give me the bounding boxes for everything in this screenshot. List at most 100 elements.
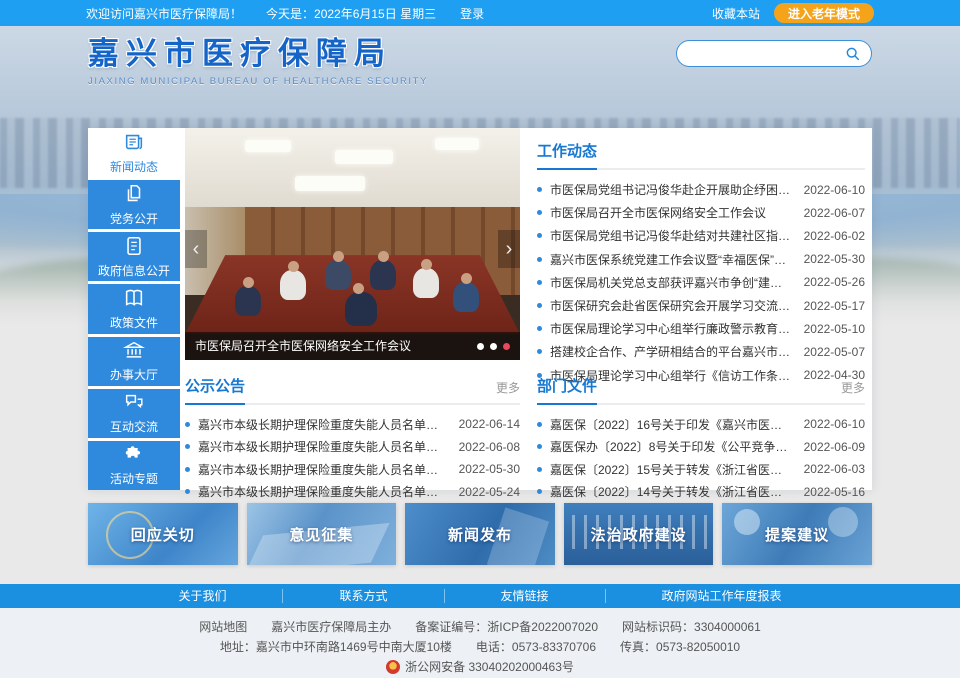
police-badge-icon <box>386 660 400 674</box>
bullet-icon <box>537 326 542 331</box>
address-text: 地址：嘉兴市中环南路1469号中南大厦10楼 <box>220 640 452 654</box>
carousel-dot-1[interactable] <box>477 343 484 350</box>
search-input[interactable] <box>687 47 845 61</box>
work-dynamics-list: 市医保局党组书记冯俊华赴企开展助企纾困活动2022-06-10 市医保局召开全市… <box>537 178 865 387</box>
person-silhouette <box>280 270 306 300</box>
ceiling-light <box>245 140 291 152</box>
footer-link-friend-links[interactable]: 友情链接 <box>445 589 606 603</box>
bullet-icon <box>537 349 542 354</box>
person-silhouette <box>235 286 261 316</box>
news-item[interactable]: 嘉医保〔2022〕14号关于转发《浙江省医疗保...2022-05-16 <box>537 481 865 504</box>
carousel-next-button[interactable]: › <box>498 230 520 268</box>
today-date: 今天是：2022年6月15日 星期三 <box>266 5 436 22</box>
news-item[interactable]: 市医保局党组书记冯俊华赴企开展助企纾困活动2022-06-10 <box>537 178 865 201</box>
sitemap-link[interactable]: 网站地图 <box>199 620 247 634</box>
news-item[interactable]: 市医保局理论学习中心组举行廉政警示教育专题学习...2022-05-10 <box>537 317 865 340</box>
bank-icon <box>123 339 145 361</box>
banner-proposals[interactable]: 提案建议 <box>722 503 872 565</box>
person-silhouette <box>370 260 396 290</box>
book-icon <box>123 287 145 309</box>
news-item[interactable]: 市医保局召开全市医保网络安全工作会议2022-06-07 <box>537 201 865 224</box>
bullet-icon <box>185 444 190 449</box>
sidebar-item-party-affairs[interactable]: 党务公开 <box>88 180 180 229</box>
main-content-card: 新闻动态 党务公开 政府信息公开 政策文件 办事大厅 <box>88 128 872 490</box>
department-files-list: 嘉医保〔2022〕16号关于印发《嘉兴市医疗保...2022-06-10 嘉医保… <box>537 413 865 503</box>
news-item[interactable]: 市医保局党组书记冯俊华赴结对共建社区指导全国文...2022-06-02 <box>537 224 865 247</box>
sidebar-item-service-hall[interactable]: 办事大厅 <box>88 337 180 386</box>
footer-link-contact[interactable]: 联系方式 <box>283 589 444 603</box>
section-title[interactable]: 工作动态 <box>537 140 597 161</box>
sidebar-item-label: 新闻动态 <box>110 158 158 175</box>
chat-icon <box>123 391 145 413</box>
news-item[interactable]: 嘉医保办〔2022〕8号关于印发《公平竞争审查...2022-06-09 <box>537 436 865 459</box>
police-record-number[interactable]: 浙公网安备 33040202000463号 <box>405 660 574 674</box>
sidebar-item-label: 政府信息公开 <box>98 262 170 279</box>
footer-link-annual-report[interactable]: 政府网站工作年度报表 <box>606 589 838 603</box>
carousel-prev-button[interactable]: ‹ <box>185 230 207 268</box>
news-item[interactable]: 嘉兴市本级长期护理保险重度失能人员名单公示（2...2022-06-14 <box>185 413 520 436</box>
login-link[interactable]: 登录 <box>460 5 484 22</box>
carousel-caption[interactable]: 市医保局召开全市医保网络安全工作会议 <box>185 332 520 360</box>
bullet-icon <box>537 444 542 449</box>
person-silhouette <box>413 268 439 298</box>
icp-number: 备案证编号：浙ICP备2022007020 <box>415 620 598 634</box>
more-link[interactable]: 更多 <box>496 379 520 396</box>
banner-rule-of-law[interactable]: 法治政府建设 <box>564 503 714 565</box>
footer-link-about[interactable]: 关于我们 <box>122 589 283 603</box>
banner-news-release[interactable]: 新闻发布 <box>405 503 555 565</box>
carousel-dot-2[interactable] <box>490 343 497 350</box>
bullet-icon <box>537 233 542 238</box>
sidebar-item-policy-files[interactable]: 政策文件 <box>88 284 180 333</box>
section-title[interactable]: 公示公告 <box>185 375 245 396</box>
phone-text: 电话：0573-83370706 <box>476 640 596 654</box>
elder-mode-button[interactable]: 进入老年模式 <box>774 3 874 23</box>
puzzle-icon <box>123 443 145 465</box>
bullet-icon <box>185 422 190 427</box>
person-silhouette <box>325 260 351 290</box>
bullet-icon <box>537 489 542 494</box>
sidebar-item-news[interactable]: 新闻动态 <box>88 128 180 177</box>
section-title[interactable]: 部门文件 <box>537 375 597 396</box>
bullet-icon <box>537 257 542 262</box>
bullet-icon <box>185 467 190 472</box>
fax-text: 传真：0573-82050010 <box>620 640 740 654</box>
news-item[interactable]: 嘉医保〔2022〕15号关于转发《浙江省医疗保...2022-06-03 <box>537 458 865 481</box>
site-title: 嘉兴市医疗保障局 <box>88 28 428 73</box>
banner-respond-concerns[interactable]: 回应关切 <box>88 503 238 565</box>
sidebar-item-special-topics[interactable]: 活动专题 <box>88 441 180 490</box>
section-department-files: 部门文件 更多 嘉医保〔2022〕16号关于印发《嘉兴市医疗保...2022-0… <box>537 375 865 503</box>
search-icon[interactable] <box>845 46 861 62</box>
footer-info: 网站地图嘉兴市医疗保障局主办备案证编号：浙ICP备2022007020网站标识码… <box>0 608 960 678</box>
carousel-dot-3-active[interactable] <box>503 343 510 350</box>
ceiling-light <box>335 150 393 164</box>
news-item[interactable]: 嘉兴市医保系统党建工作会议暨“幸福医保”党建联...2022-05-30 <box>537 248 865 271</box>
bullet-icon <box>537 303 542 308</box>
news-item[interactable]: 嘉医保〔2022〕16号关于印发《嘉兴市医疗保...2022-06-10 <box>537 413 865 436</box>
pages-icon <box>123 183 145 205</box>
section-announcements: 公示公告 更多 嘉兴市本级长期护理保险重度失能人员名单公示（2...2022-0… <box>185 375 520 503</box>
sidebar-item-label: 活动专题 <box>110 470 158 487</box>
sidebar-item-gov-info[interactable]: 政府信息公开 <box>88 232 180 281</box>
bullet-icon <box>537 422 542 427</box>
site-subtitle: JIAXING MUNICIPAL BUREAU OF HEALTHCARE S… <box>88 76 428 87</box>
section-work-dynamics: 工作动态 市医保局党组书记冯俊华赴企开展助企纾困活动2022-06-10 市医保… <box>537 140 865 387</box>
favorite-link[interactable]: 收藏本站 <box>712 5 760 22</box>
bullet-icon <box>537 187 542 192</box>
bullet-icon <box>185 489 190 494</box>
site-logo: 嘉兴市医疗保障局 JIAXING MUNICIPAL BUREAU OF HEA… <box>88 28 428 87</box>
bullet-icon <box>537 210 542 215</box>
sidebar-item-interaction[interactable]: 互动交流 <box>88 389 180 438</box>
sidebar-item-label: 办事大厅 <box>110 366 158 383</box>
banner-opinion-collection[interactable]: 意见征集 <box>247 503 397 565</box>
bullet-icon <box>537 280 542 285</box>
news-carousel[interactable]: ‹ › 市医保局召开全市医保网络安全工作会议 <box>185 128 520 360</box>
news-item[interactable]: 嘉兴市本级长期护理保险重度失能人员名单公示（2...2022-05-30 <box>185 458 520 481</box>
news-item[interactable]: 市医保研究会赴省医保研究会开展学习交流活动2022-05-17 <box>537 294 865 317</box>
news-item[interactable]: 搭建校企合作、产学研相结合的平台嘉兴市长期护理...2022-05-07 <box>537 340 865 363</box>
search-box[interactable] <box>676 40 872 67</box>
news-item[interactable]: 嘉兴市本级长期护理保险重度失能人员名单公示（2...2022-05-24 <box>185 481 520 504</box>
news-item[interactable]: 市医保局机关党总支部获评嘉兴市争创“建设清廉机...2022-05-26 <box>537 271 865 294</box>
news-item[interactable]: 嘉兴市本级长期护理保险重度失能人员名单公示（2...2022-06-08 <box>185 436 520 459</box>
host-text: 嘉兴市医疗保障局主办 <box>271 620 391 634</box>
more-link[interactable]: 更多 <box>841 379 865 396</box>
